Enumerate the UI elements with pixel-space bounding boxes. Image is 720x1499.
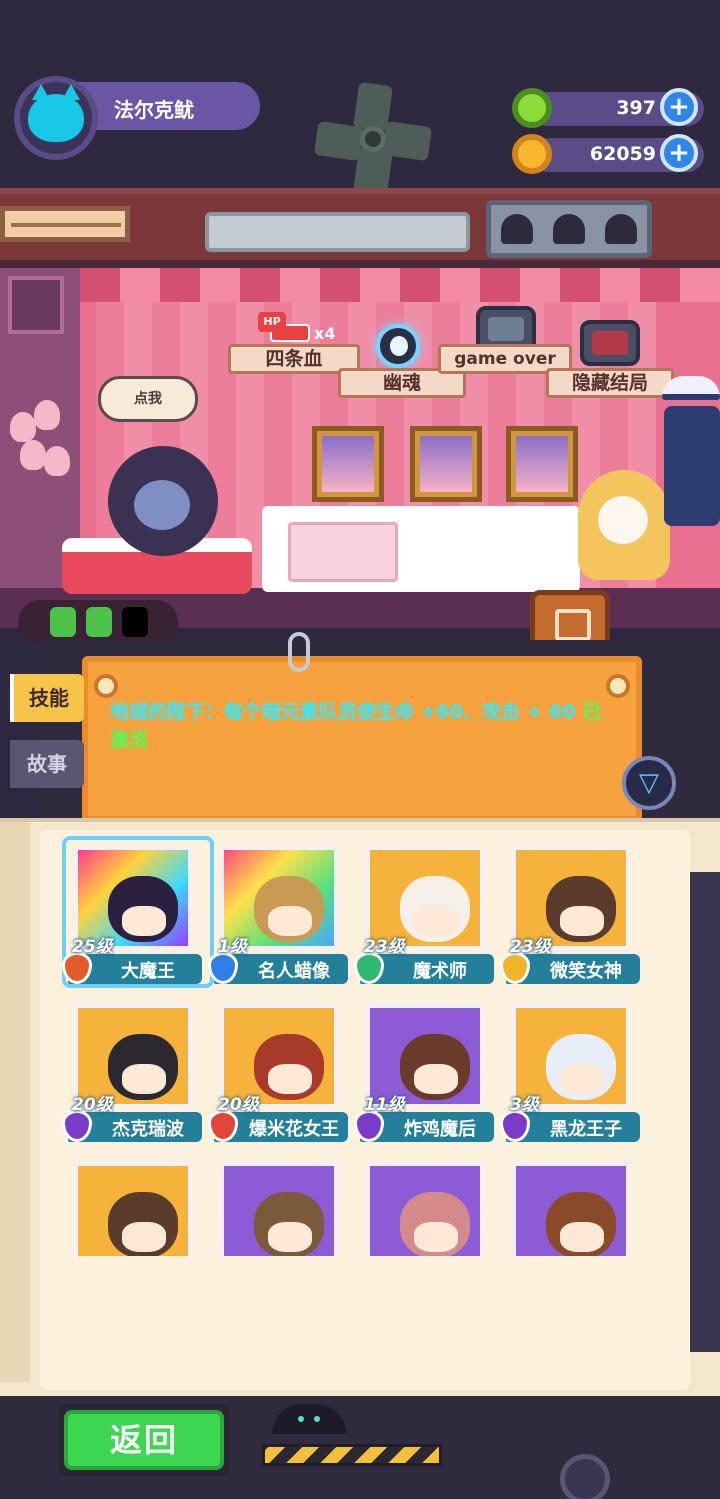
character-card[interactable]: 1级 名人蜡像 (208, 836, 348, 984)
character-grid: 25级 大魔王 1级 名人蜡像 23级 魔术师 23级 微笑女神 20级 杰克瑞波 20级 爆米花女王… (62, 836, 652, 1256)
character-face-icon (400, 1034, 470, 1100)
demon-king-character[interactable] (108, 446, 218, 556)
cabinet (262, 506, 580, 592)
energy-battery (18, 600, 178, 644)
character-face-icon (108, 876, 178, 942)
character-name: 爆米花女王 (249, 1119, 339, 1140)
character-card[interactable]: 3级 黑龙王子 (500, 994, 640, 1142)
add-planet-coin-button[interactable]: + (660, 134, 698, 172)
character-card[interactable]: 20级 爆米花女王 (208, 994, 348, 1142)
skill-description: 地城的陛下：每个暗元素队员使生命 +60、攻击 + 60 已激活 (110, 701, 602, 751)
character-name: 魔术师 (413, 961, 467, 982)
gear-wheel-icon (560, 1454, 610, 1499)
filter-icon: ▽ (639, 768, 659, 798)
pin-icon (94, 674, 118, 698)
player-profile[interactable]: 法尔克鱿 (14, 76, 260, 160)
character-face-icon (546, 876, 616, 942)
filter-button[interactable]: ▽ (622, 756, 676, 810)
vent-decoration (0, 206, 130, 242)
ghost-skull-icon (376, 324, 420, 368)
currency-donut: 397 + (512, 88, 704, 128)
skill-board: 地城的陛下：每个暗元素队员使生命 +60、攻击 + 60 已激活 (82, 656, 642, 822)
sailor-mannequin (654, 376, 720, 576)
currency-planet: 62059 + (512, 134, 704, 174)
cat-avatar-icon (28, 84, 84, 142)
character-face-icon (108, 1192, 178, 1256)
character-face-icon (400, 1192, 470, 1256)
character-card[interactable]: 11级 炸鸡魔后 (354, 994, 494, 1142)
triangle-frame-icon (8, 276, 64, 334)
character-card[interactable]: 23级 魔术师 (354, 836, 494, 984)
character-face-icon (108, 1034, 178, 1100)
character-name: 炸鸡魔后 (404, 1119, 476, 1140)
speech-bubble[interactable]: 点我 (98, 376, 198, 422)
curtain (0, 268, 720, 302)
tv-hidden-icon (580, 320, 640, 366)
donut-coin-icon (512, 88, 552, 128)
character-name: 杰克瑞波 (112, 1119, 184, 1140)
picture-frame-2 (410, 426, 482, 502)
character-face-icon (546, 1034, 616, 1100)
character-portrait (220, 1162, 338, 1256)
battery-cell-empty-icon (122, 607, 148, 637)
pin-icon (606, 674, 630, 698)
character-face-icon (400, 876, 470, 942)
blurred-page-text (146, 1290, 656, 1312)
character-face-icon (254, 1192, 324, 1256)
hp-battery-icon: HP x4 (258, 312, 335, 343)
character-card[interactable] (500, 1152, 640, 1256)
character-card[interactable]: 20级 杰克瑞波 (62, 994, 202, 1142)
paperclip-icon (288, 632, 310, 672)
hazard-stripe (262, 1444, 442, 1466)
character-portrait (366, 1162, 484, 1256)
character-name: 名人蜡像 (258, 961, 330, 982)
character-face-icon (254, 1034, 324, 1100)
back-button-label: 返回 (64, 1410, 224, 1470)
character-name: 大魔王 (121, 961, 175, 982)
ceiling-fan-icon (313, 81, 433, 197)
picture-frame-1 (312, 426, 384, 502)
character-face-icon (254, 876, 324, 942)
add-donut-button[interactable]: + (660, 88, 698, 126)
tab-skill[interactable]: 技能 (10, 674, 84, 722)
character-card[interactable] (62, 1152, 202, 1256)
planet-coin-value: 62059 (589, 143, 656, 165)
ghost-display-box (486, 200, 652, 258)
planet-coin-icon (512, 134, 552, 174)
picture-frame-3 (506, 426, 578, 502)
tab-story[interactable]: 故事 (10, 740, 84, 788)
flower-vase-icon (0, 400, 70, 520)
character-card[interactable] (354, 1152, 494, 1256)
back-button[interactable]: 返回 (58, 1404, 230, 1476)
character-card[interactable]: 25级 大魔王 (62, 836, 214, 988)
player-name: 法尔克鱿 (114, 98, 194, 122)
battery-cell-icon (86, 607, 112, 637)
character-face-icon (546, 1192, 616, 1256)
character-portrait (74, 1162, 192, 1256)
character-card[interactable] (208, 1152, 348, 1256)
character-card[interactable]: 23级 微笑女神 (500, 836, 640, 984)
player-avatar[interactable] (14, 76, 98, 160)
character-portrait (512, 1162, 630, 1256)
character-name: 黑龙王子 (550, 1119, 622, 1140)
machine-panel (205, 212, 470, 252)
character-name: 微笑女神 (550, 961, 622, 982)
battery-cell-icon (50, 607, 76, 637)
donut-coin-value: 397 (616, 97, 656, 119)
